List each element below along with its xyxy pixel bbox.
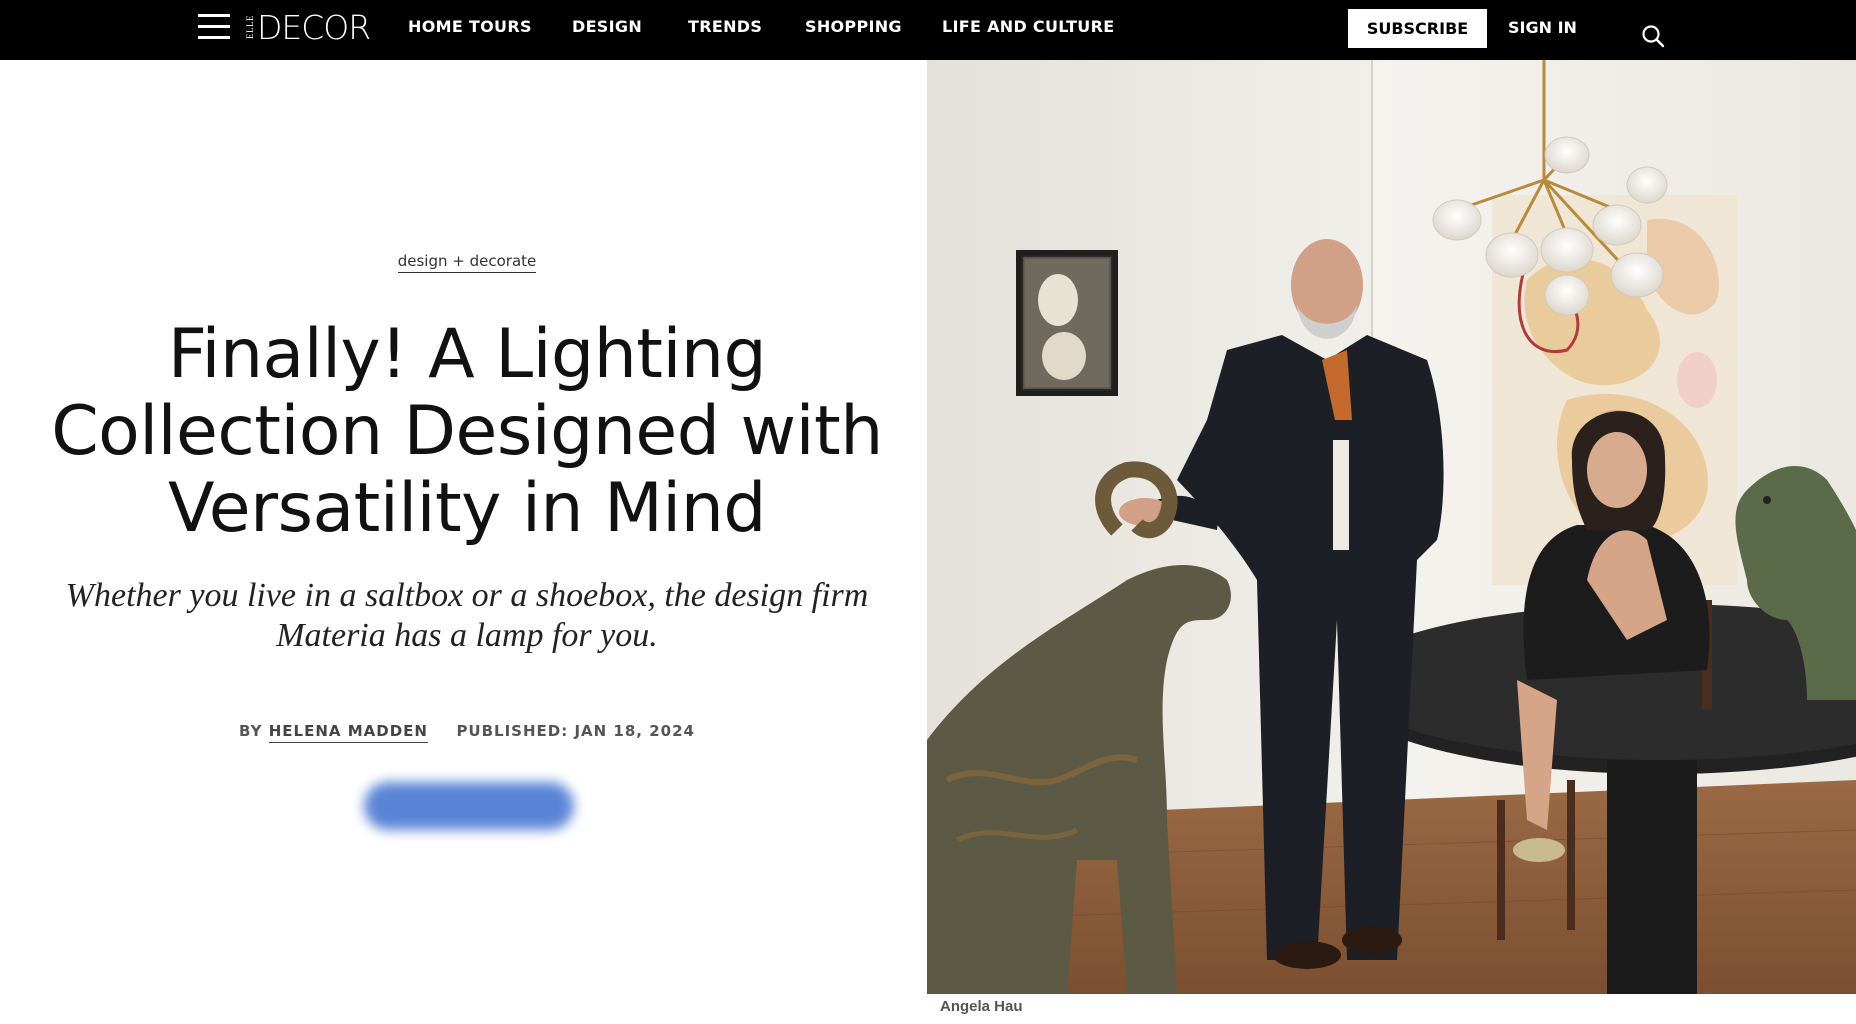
- article-header: design + decorate Finally! A Lighting Co…: [0, 60, 927, 1024]
- nav-link-trends[interactable]: TRENDS: [688, 17, 762, 36]
- article-headline: Finally! A Lighting Collection Designed …: [30, 316, 904, 547]
- top-navigation-bar: ELLE DECOR HOME TOURS DESIGN TRENDS SHOP…: [0, 0, 1856, 60]
- nav-link-design[interactable]: DESIGN: [572, 17, 642, 36]
- logo-decor-text: DECOR: [257, 7, 371, 47]
- category-link[interactable]: design + decorate: [397, 252, 537, 273]
- author-link[interactable]: HELENA MADDEN: [268, 722, 428, 743]
- nav-link-home-tours[interactable]: HOME TOURS: [408, 17, 532, 36]
- headline-line: Finally! A Lighting: [167, 315, 767, 394]
- menu-icon[interactable]: [198, 12, 230, 42]
- article-dek: Whether you live in a saltbox or a shoeb…: [65, 577, 869, 654]
- hero-image: [927, 60, 1856, 994]
- photo-credit: Angela Hau: [940, 998, 1023, 1015]
- search-icon[interactable]: [1641, 24, 1665, 48]
- blurred-action-button[interactable]: [364, 782, 574, 830]
- category-tag-wrapper: design + decorate: [0, 252, 934, 273]
- sign-in-link[interactable]: SIGN IN: [1508, 18, 1577, 37]
- byline: BY HELENA MADDEN PUBLISHED: JAN 18, 2024: [0, 722, 934, 743]
- headline-line: Collection Designed with: [51, 392, 883, 471]
- nav-link-shopping[interactable]: SHOPPING: [805, 17, 902, 36]
- byline-prefix: BY: [239, 722, 263, 740]
- site-logo[interactable]: ELLE DECOR: [245, 7, 371, 47]
- logo-elle-text: ELLE: [245, 15, 255, 39]
- publish-date: PUBLISHED: JAN 18, 2024: [456, 722, 695, 740]
- headline-line: Versatility in Mind: [168, 469, 766, 548]
- hero-photo-illustration: [927, 60, 1856, 994]
- subscribe-button[interactable]: SUBSCRIBE: [1348, 9, 1487, 48]
- nav-link-life-and-culture[interactable]: LIFE AND CULTURE: [942, 17, 1114, 36]
